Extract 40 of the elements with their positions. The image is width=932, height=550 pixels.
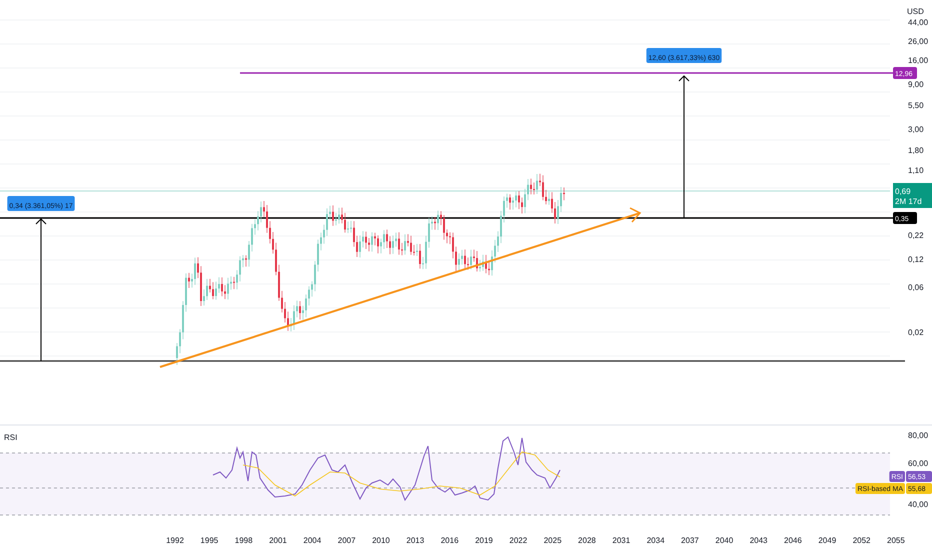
time-axis-label: 2019	[475, 536, 493, 545]
time-axis-label: 2010	[372, 536, 390, 545]
axis-label: 0,06	[908, 283, 924, 292]
time-axis-label: 2055	[887, 536, 905, 545]
time-axis-label: 2028	[578, 536, 596, 545]
time-axis-label: 2022	[509, 536, 528, 545]
time-axis-label: 2049	[818, 536, 836, 545]
time-axis-label: 1998	[234, 536, 253, 545]
axis-label: 44,00	[908, 18, 928, 27]
axis-label: 0,02	[908, 328, 924, 337]
time-axis-label: 2013	[406, 536, 424, 545]
time-axis-label: 2025	[544, 536, 562, 545]
time-axis-label: 2031	[612, 536, 630, 545]
time-axis-label: 2016	[440, 536, 459, 545]
time-axis-label: 1992	[166, 536, 184, 545]
time-axis-label: 2034	[646, 536, 665, 545]
axis-label: 16,00	[908, 56, 928, 65]
time-axis-label: 2040	[715, 536, 734, 545]
time-axis-label: 2052	[852, 536, 870, 545]
time-axis-label: 2043	[750, 536, 768, 545]
axis-label: 1,10	[908, 166, 924, 175]
last-price-tag: 0,69 2M 17d	[893, 183, 932, 208]
currency-label: USD	[907, 7, 924, 16]
indicator-title: RSI	[4, 433, 18, 442]
time-axis-label: 2007	[338, 536, 356, 545]
axis-label: 80,00	[908, 431, 928, 440]
time-axis-label: 2004	[303, 536, 322, 545]
time-axis-label: 2001	[269, 536, 287, 545]
axis-label: 9,00	[908, 80, 924, 89]
axis-label: 26,00	[908, 37, 928, 46]
time-axis-label: 1995	[200, 536, 218, 545]
axis-label: 40,00	[908, 500, 928, 509]
axis-label: 0,22	[908, 231, 924, 240]
time-axis-label: 2037	[681, 536, 699, 545]
time-axis-label: 2046	[784, 536, 802, 545]
axis-label: 5,50	[908, 101, 924, 110]
axis-label: 60,00	[908, 459, 928, 468]
axis-label: 3,00	[908, 125, 924, 134]
axis-label: 0,12	[908, 255, 924, 264]
axis-label: 1,80	[908, 146, 924, 155]
